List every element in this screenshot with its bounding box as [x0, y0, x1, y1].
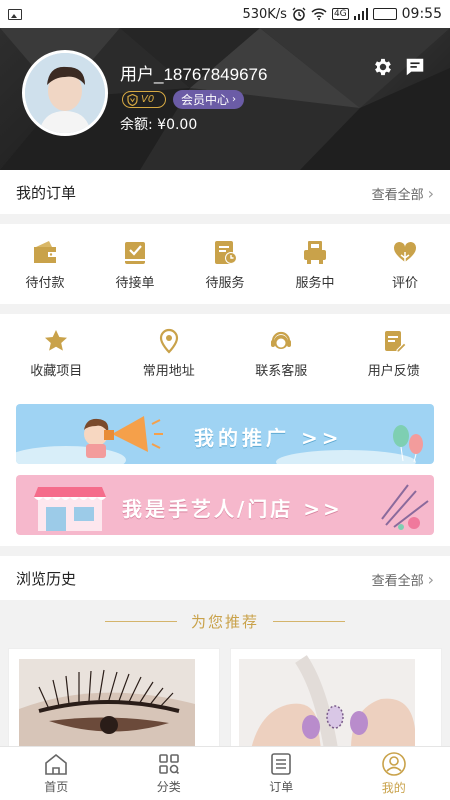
network-speed: 530K/s — [242, 6, 287, 22]
feedback-icon — [384, 331, 407, 353]
order-status-label: 服务中 — [295, 276, 335, 291]
tab-category[interactable]: 分类 — [113, 747, 226, 800]
star-icon — [45, 330, 68, 351]
location-pin-icon — [159, 328, 178, 354]
tool-label: 联系客服 — [255, 364, 308, 379]
tool-favorites[interactable]: 收藏项目 — [0, 328, 113, 379]
tool-customer-service[interactable]: 联系客服 — [225, 328, 338, 379]
tab-label: 首页 — [44, 780, 69, 794]
order-status-awaiting-service[interactable]: 待服务 — [180, 238, 270, 291]
eyelash-photo — [9, 649, 219, 747]
member-center-button[interactable]: 会员中心 › — [173, 90, 245, 109]
tab-label: 分类 — [156, 780, 181, 794]
tool-label: 用户反馈 — [367, 364, 420, 379]
tool-feedback[interactable]: 用户反馈 — [338, 328, 450, 379]
gear-icon[interactable] — [372, 56, 394, 78]
divider — [104, 620, 177, 622]
tab-label: 我的 — [381, 781, 406, 795]
alarm-icon — [292, 7, 306, 21]
recommend-heading: 为您推荐 — [0, 606, 450, 636]
profile-header: 用户_18767849676 V0 会员中心 › 余额: ¥0.00 — [0, 28, 450, 170]
recommend-title: 为您推荐 — [190, 612, 259, 631]
promotion-banner[interactable]: 我的推广 >> — [16, 404, 434, 464]
vip-level-text: V0 — [141, 94, 155, 105]
tab-label: 订单 — [269, 780, 294, 794]
avatar-photo — [25, 53, 105, 133]
accept-order-icon — [125, 242, 145, 264]
chevron-right-icon: › — [427, 184, 434, 203]
chevron-right-icon: › — [232, 94, 237, 105]
order-status-label: 待服务 — [205, 276, 245, 291]
order-status-in-service[interactable]: 服务中 — [270, 238, 360, 291]
promotion-banner-text: 我的推广 >> — [194, 426, 343, 450]
battery-indicator — [372, 8, 397, 20]
profile-icon — [381, 752, 406, 776]
nail-art-photo — [231, 649, 441, 747]
vip-level-badge[interactable]: V0 — [122, 91, 166, 108]
see-all-label: 查看全部 — [371, 188, 424, 203]
gallery-notification-icon — [8, 8, 22, 20]
avatar[interactable] — [22, 50, 108, 136]
order-status-label: 评价 — [391, 276, 418, 291]
orders-see-all-link[interactable]: 查看全部 › — [372, 184, 434, 203]
clock: 09:55 — [401, 6, 442, 22]
divider — [273, 620, 345, 622]
tools-row: 收藏项目 常用地址 联系客服 用户反馈 — [0, 314, 450, 390]
shield-icon — [127, 93, 138, 106]
artisan-banner-text: 我是手艺人/门店 >> — [122, 497, 343, 521]
history-header[interactable]: 浏览历史 查看全部 › — [0, 556, 450, 600]
status-bar: 530K/s 4G 09:55 — [0, 0, 450, 28]
tab-orders[interactable]: 订单 — [225, 747, 338, 800]
history-title: 浏览历史 — [16, 570, 77, 588]
artisan-banner[interactable]: 我是手艺人/门店 >> — [16, 475, 434, 535]
home-icon — [45, 753, 68, 775]
order-status-label: 待付款 — [25, 276, 65, 291]
recommended-product-card[interactable] — [8, 648, 220, 748]
chevron-right-icon: › — [427, 570, 434, 589]
orders-title: 我的订单 — [16, 184, 77, 202]
pending-service-icon — [215, 241, 237, 264]
customer-service-icon — [271, 331, 292, 349]
order-status-label: 待接单 — [115, 276, 155, 291]
see-all-label: 查看全部 — [371, 574, 424, 589]
username: 用户_18767849676 — [120, 65, 268, 84]
network-type: 4G — [331, 8, 349, 20]
wifi-icon — [311, 8, 327, 20]
tool-label: 收藏项目 — [30, 364, 83, 379]
order-list-icon — [271, 753, 292, 775]
recommended-product-card[interactable] — [230, 648, 442, 748]
order-status-row: 待付款 待接单 待服务 服务中 评价 — [0, 224, 450, 304]
signal-icon — [353, 8, 368, 20]
balance: 余额: ¥0.00 — [120, 114, 197, 134]
bottom-tab-bar: 首页 分类 订单 我的 — [0, 746, 450, 800]
order-status-pending-payment[interactable]: 待付款 — [0, 238, 90, 291]
balance-label: 余额: — [120, 117, 153, 133]
message-icon[interactable] — [404, 56, 426, 78]
in-service-icon — [304, 241, 326, 264]
history-see-all-link[interactable]: 查看全部 › — [372, 570, 434, 589]
tool-addresses[interactable]: 常用地址 — [113, 328, 226, 379]
tab-profile[interactable]: 我的 — [338, 747, 450, 800]
tool-label: 常用地址 — [142, 364, 195, 379]
order-status-review[interactable]: 评价 — [360, 238, 450, 291]
category-icon — [158, 754, 179, 775]
tab-home[interactable]: 首页 — [0, 747, 113, 800]
orders-header[interactable]: 我的订单 查看全部 › — [0, 170, 450, 214]
balance-value: ¥0.00 — [157, 117, 198, 133]
review-icon — [393, 241, 417, 262]
order-status-awaiting-accept[interactable]: 待接单 — [90, 238, 180, 291]
member-center-label: 会员中心 — [181, 93, 230, 107]
wallet-icon — [34, 241, 56, 263]
